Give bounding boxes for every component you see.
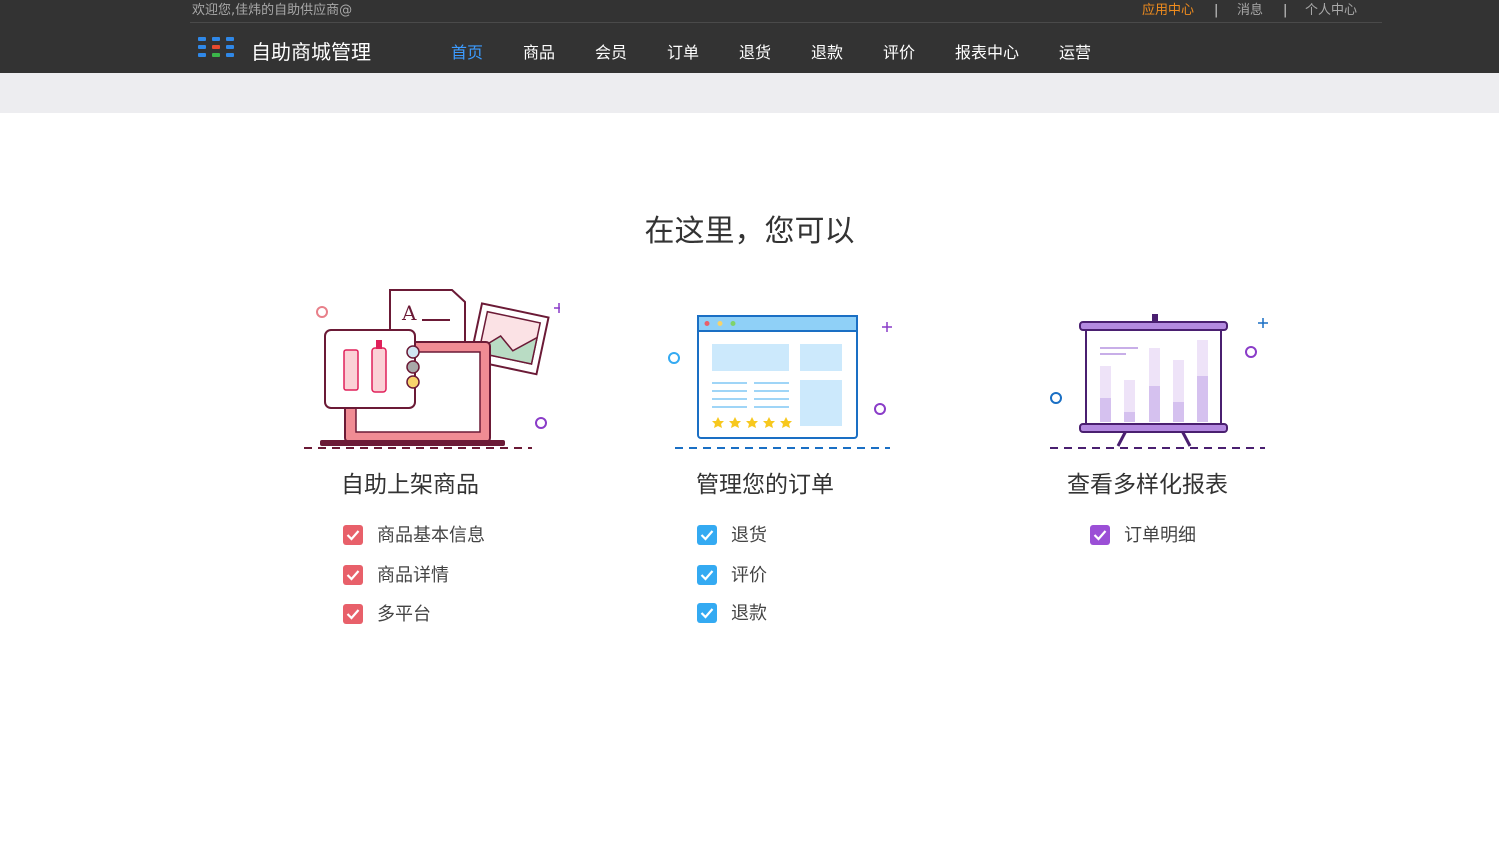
list-item-label: 多平台	[377, 604, 431, 625]
nav-returns[interactable]: 退货	[739, 42, 771, 64]
nav-operations[interactable]: 运营	[1059, 42, 1091, 64]
feature-title-product: 自助上架商品	[341, 472, 479, 498]
order-management-illustration	[668, 315, 892, 449]
nav-orders[interactable]: 订单	[667, 42, 699, 64]
nav-members[interactable]: 会员	[595, 42, 627, 64]
check-icon	[697, 525, 717, 545]
list-item-label: 订单明细	[1124, 525, 1196, 546]
link-separator: |	[1283, 3, 1288, 18]
list-item-label: 评价	[731, 565, 767, 586]
link-app-center[interactable]: 应用中心	[1142, 2, 1194, 20]
check-icon	[697, 565, 717, 585]
check-icon	[1090, 525, 1110, 545]
page-headline: 在这里，您可以	[644, 214, 855, 249]
check-icon	[343, 604, 363, 624]
top-links: 应用中心 | 消息 | 个人中心	[0, 2, 1499, 20]
product-listing-illustration: A	[304, 289, 560, 449]
feature-title-reports: 查看多样化报表	[1067, 472, 1228, 498]
check-icon	[343, 525, 363, 545]
link-separator: |	[1214, 3, 1219, 18]
header-divider	[190, 22, 1382, 23]
brand-title[interactable]: 自助商城管理	[251, 39, 371, 65]
check-icon	[697, 603, 717, 623]
brand-grid-icon	[198, 37, 238, 59]
nav-products[interactable]: 商品	[523, 42, 555, 64]
nav-refunds[interactable]: 退款	[811, 42, 843, 64]
list-item-label: 商品详情	[377, 565, 449, 586]
link-messages[interactable]: 消息	[1237, 2, 1263, 20]
link-personal-center[interactable]: 个人中心	[1305, 2, 1357, 20]
nav-home[interactable]: 首页	[451, 42, 483, 64]
list-item-label: 商品基本信息	[377, 525, 485, 546]
nav-report-center[interactable]: 报表中心	[955, 42, 1019, 64]
list-item-label: 退款	[731, 603, 767, 624]
list-item-label: 退货	[731, 525, 767, 546]
report-presentation-illustration	[1050, 314, 1268, 449]
feature-title-orders: 管理您的订单	[696, 472, 834, 498]
sub-header-band	[0, 73, 1499, 113]
svg-text:A: A	[401, 301, 417, 325]
nav-reviews[interactable]: 评价	[883, 42, 915, 64]
check-icon	[343, 565, 363, 585]
